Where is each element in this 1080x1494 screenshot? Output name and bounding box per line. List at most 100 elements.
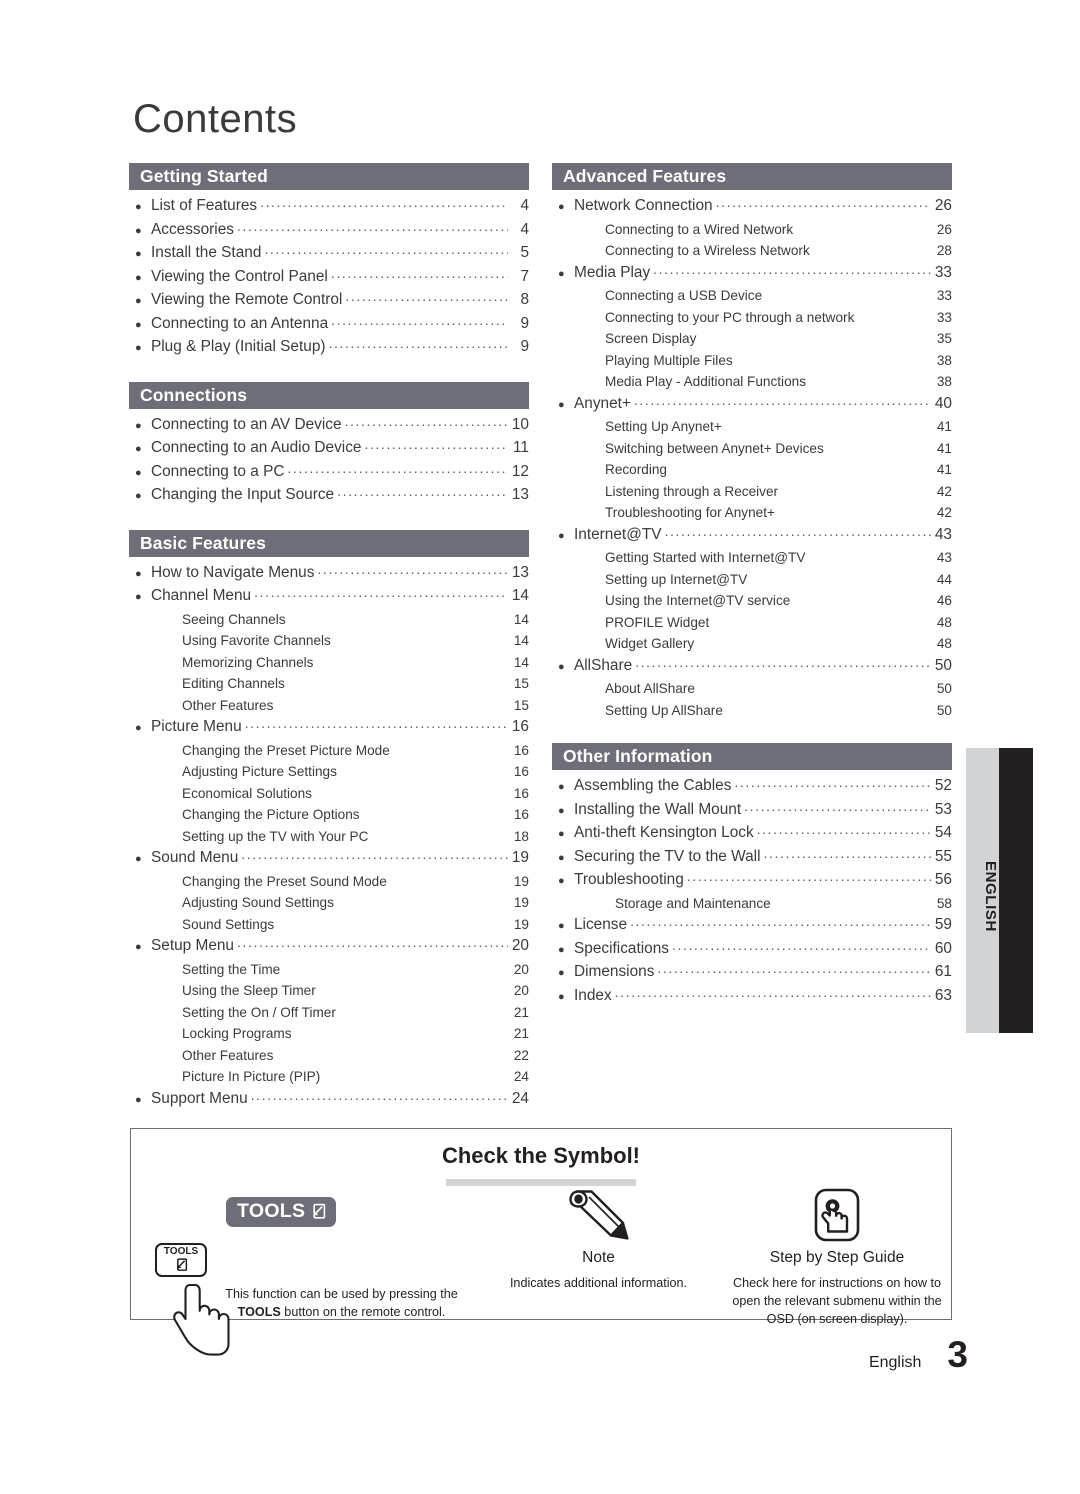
toc-entry[interactable]: ● Media Play.............................…	[552, 260, 952, 286]
toc-subentry-label: Adjusting Sound Settings	[182, 895, 334, 910]
toc-subentry[interactable]: Recording 41	[552, 459, 952, 481]
dot-leader: ........................................…	[633, 391, 931, 408]
toc-subentry-page: 42	[936, 483, 952, 499]
toc-subentry[interactable]: Screen Display 35	[552, 328, 952, 350]
toc-subentry-label: Memorizing Channels	[182, 654, 314, 670]
toc-subentry-page: 48	[936, 636, 952, 651]
bullet-icon: ●	[135, 295, 142, 307]
dot-leader: ........................................…	[337, 483, 508, 499]
toc-entry-page: 50	[934, 656, 952, 674]
tools-chip-label: TOOLS	[237, 1200, 306, 1222]
toc-subentry-page: 43	[936, 550, 952, 565]
toc-entry[interactable]: ● Sound Menu.............................…	[129, 846, 529, 871]
toc-subentry-page: 19	[513, 916, 529, 932]
toc-entry-page: 4	[520, 197, 529, 214]
dot-leader: ........................................…	[744, 797, 931, 814]
toc-subentry-label: Playing Multiple Files	[605, 352, 733, 368]
toc-subentry[interactable]: Listening through a Receiver 42	[552, 481, 952, 503]
toc-subentry[interactable]: Editing Channels 15	[129, 673, 529, 695]
toc-subentry-label: Connecting to your PC through a network	[605, 309, 855, 325]
toc-subentry[interactable]: Changing the Preset Sound Mode 19	[129, 871, 529, 893]
footer-language: English	[868, 1354, 922, 1371]
toc-entry-page: 52	[934, 777, 952, 794]
toc-entry-page: 54	[934, 824, 952, 841]
dot-leader: ........................................…	[260, 194, 508, 210]
toc-subentry[interactable]: Setting up Internet@TV 44	[552, 569, 952, 591]
toc-subentry[interactable]: Setting the Time 20	[129, 959, 529, 981]
toc-entry-label: Connecting to an Antenna	[151, 314, 329, 332]
toc-entry-label: Accessories	[151, 220, 234, 238]
toc-subentry[interactable]: Changing the Preset Picture Mode 16	[129, 740, 529, 762]
toc-subentry-label: Listening through a Receiver	[605, 483, 779, 499]
toc-column-right: Advanced Features ● Network Connection....…	[552, 163, 952, 1030]
tools-chip-glyph-icon	[309, 1203, 326, 1220]
pencil-icon	[476, 1187, 721, 1243]
side-tab-label: ENGLISH	[982, 861, 999, 932]
toc-subentry[interactable]: About AllShare 50	[552, 678, 952, 700]
toc-entry[interactable]: ● Index..................................…	[552, 984, 952, 1009]
toc-entry-page: 55	[934, 847, 952, 865]
toc-subentry[interactable]: Adjusting Picture Settings 16	[129, 761, 529, 783]
toc-entry[interactable]: ● Changing the Input Source..............…	[129, 483, 529, 508]
dot-leader: ........................................…	[250, 1086, 508, 1103]
toc-entry-label: Picture Menu	[151, 718, 242, 735]
toc-subentry[interactable]: Playing Multiple Files 38	[552, 350, 952, 372]
toc-subentry[interactable]: Seeing Channels 14	[129, 609, 529, 631]
toc-subentry[interactable]: Connecting to your PC through a network 3…	[552, 307, 952, 329]
toc-subentry[interactable]: Using the Internet@TV service 46	[552, 590, 952, 612]
toc-entry-label: Channel Menu	[151, 587, 252, 604]
dot-leader: ........................................…	[686, 868, 931, 884]
toc-subentry[interactable]: Setting the On / Off Timer 21	[129, 1002, 529, 1024]
toc-subentry[interactable]: Setting Up Anynet+ 41	[552, 416, 952, 438]
toc-entry[interactable]: ● Troubleshooting........................…	[552, 868, 952, 893]
toc-subentry-label: Changing the Preset Sound Mode	[182, 873, 387, 889]
toc-entry[interactable]: ● Internet@TV............................…	[552, 523, 952, 548]
bullet-icon: ●	[135, 591, 142, 603]
dot-leader: ........................................…	[237, 934, 508, 950]
toc-entry-label: Connecting to an Audio Device	[151, 439, 362, 456]
toc-subentry[interactable]: Connecting a USB Device 33	[552, 285, 952, 307]
toc-entry[interactable]: ● Channel Menu...........................…	[129, 584, 529, 609]
toc-subentry[interactable]: Locking Programs 21	[129, 1023, 529, 1045]
toc-subentry[interactable]: Changing the Picture Options 16	[129, 804, 529, 826]
toc-entry[interactable]: ● Setup Menu.............................…	[129, 934, 529, 959]
toc-subentry[interactable]: Adjusting Sound Settings 19	[129, 892, 529, 914]
toc-entry-page: 13	[511, 486, 529, 503]
toc-subentry[interactable]: Memorizing Channels 14	[129, 652, 529, 674]
toc-subentry[interactable]: Other Features 22	[129, 1045, 529, 1067]
toc-entry[interactable]: ● AllShare...............................…	[552, 654, 952, 679]
toc-entry-label: Viewing the Remote Control	[151, 291, 343, 308]
toc-subentry-page: 20	[513, 961, 529, 977]
toc-subentry[interactable]: Setting Up AllShare 50	[552, 700, 952, 722]
toc-entry[interactable]: ● Plug & Play (Initial Setup)............…	[129, 335, 529, 360]
dot-leader: ........................................…	[653, 260, 931, 277]
toc-subentry-page: 41	[936, 419, 952, 434]
dot-leader: ........................................…	[236, 217, 508, 234]
note-description: Indicates additional information.	[509, 1276, 688, 1290]
toc-entry[interactable]: ● Support Menu...........................…	[129, 1086, 529, 1112]
bullet-icon: ●	[558, 398, 565, 411]
bullet-icon: ●	[558, 267, 565, 280]
toc-entry[interactable]: ● Anynet+................................…	[552, 391, 952, 417]
toc-subentry[interactable]: Using the Sleep Timer 20	[129, 980, 529, 1002]
toc-subentry[interactable]: Connecting to a Wired Network 26	[552, 219, 952, 241]
toc-entry-page: 12	[511, 462, 529, 480]
toc-subentry[interactable]: Using Favorite Channels 14	[129, 630, 529, 652]
toc-subentry[interactable]: Economical Solutions 16	[129, 783, 529, 805]
toc-entry-label: Troubleshooting	[574, 871, 684, 888]
bullet-icon: ●	[558, 201, 565, 213]
toc-subentry-label: Changing the Preset Picture Mode	[182, 742, 390, 758]
toc-entry[interactable]: ● Picture Menu...........................…	[129, 715, 529, 740]
bullet-icon: ●	[135, 318, 142, 331]
symbol-item-note: Note Indicates additional information.	[476, 1187, 721, 1292]
dot-leader: ........................................…	[244, 715, 508, 731]
toc-subentry[interactable]: Getting Started with Internet@TV 43	[552, 547, 952, 569]
toc-subentry-page: 50	[936, 702, 952, 718]
toc-subentry-label: Using the Sleep Timer	[182, 983, 316, 998]
toc-subentry-page: 21	[513, 1026, 529, 1041]
toc-entry[interactable]: ● Network Connection.....................…	[552, 194, 952, 219]
toc-subentry[interactable]: PROFILE Widget 48	[552, 612, 952, 634]
toc-subentry-page: 42	[936, 505, 952, 520]
dot-leader: ........................................…	[715, 194, 931, 210]
toc-subentry[interactable]: Switching between Anynet+ Devices 41	[552, 438, 952, 460]
